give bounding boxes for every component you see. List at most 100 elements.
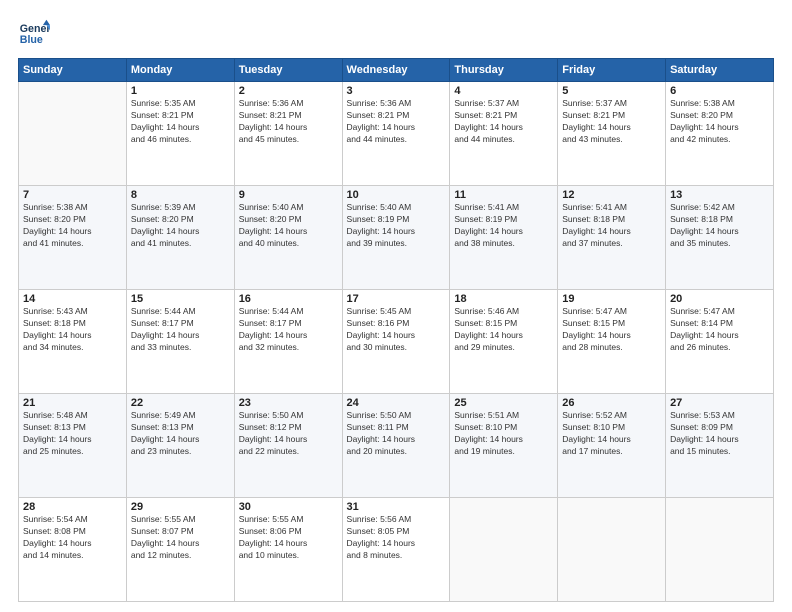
day-info: Sunrise: 5:50 AMSunset: 8:12 PMDaylight:… — [239, 410, 338, 458]
calendar-cell — [450, 498, 558, 602]
calendar-cell: 3Sunrise: 5:36 AMSunset: 8:21 PMDaylight… — [342, 82, 450, 186]
page: General Blue SundayMondayTuesdayWednesda… — [0, 0, 792, 612]
day-info: Sunrise: 5:47 AMSunset: 8:14 PMDaylight:… — [670, 306, 769, 354]
day-header-friday: Friday — [558, 59, 666, 82]
day-number: 5 — [562, 85, 661, 97]
day-info: Sunrise: 5:36 AMSunset: 8:21 PMDaylight:… — [239, 98, 338, 146]
calendar-cell: 14Sunrise: 5:43 AMSunset: 8:18 PMDayligh… — [19, 290, 127, 394]
day-number: 24 — [347, 397, 446, 409]
calendar-cell: 27Sunrise: 5:53 AMSunset: 8:09 PMDayligh… — [666, 394, 774, 498]
day-header-sunday: Sunday — [19, 59, 127, 82]
calendar-cell: 20Sunrise: 5:47 AMSunset: 8:14 PMDayligh… — [666, 290, 774, 394]
day-header-tuesday: Tuesday — [234, 59, 342, 82]
day-number: 2 — [239, 85, 338, 97]
day-number: 15 — [131, 293, 230, 305]
day-info: Sunrise: 5:43 AMSunset: 8:18 PMDaylight:… — [23, 306, 122, 354]
day-number: 18 — [454, 293, 553, 305]
day-info: Sunrise: 5:40 AMSunset: 8:20 PMDaylight:… — [239, 202, 338, 250]
calendar-cell: 24Sunrise: 5:50 AMSunset: 8:11 PMDayligh… — [342, 394, 450, 498]
calendar-cell: 6Sunrise: 5:38 AMSunset: 8:20 PMDaylight… — [666, 82, 774, 186]
calendar-cell: 10Sunrise: 5:40 AMSunset: 8:19 PMDayligh… — [342, 186, 450, 290]
calendar-cell: 5Sunrise: 5:37 AMSunset: 8:21 PMDaylight… — [558, 82, 666, 186]
calendar-week-3: 14Sunrise: 5:43 AMSunset: 8:18 PMDayligh… — [19, 290, 774, 394]
calendar-cell: 9Sunrise: 5:40 AMSunset: 8:20 PMDaylight… — [234, 186, 342, 290]
header: General Blue — [18, 18, 774, 50]
calendar-cell: 18Sunrise: 5:46 AMSunset: 8:15 PMDayligh… — [450, 290, 558, 394]
calendar-cell: 28Sunrise: 5:54 AMSunset: 8:08 PMDayligh… — [19, 498, 127, 602]
day-info: Sunrise: 5:46 AMSunset: 8:15 PMDaylight:… — [454, 306, 553, 354]
day-info: Sunrise: 5:55 AMSunset: 8:06 PMDaylight:… — [239, 514, 338, 562]
day-number: 10 — [347, 189, 446, 201]
calendar-cell: 13Sunrise: 5:42 AMSunset: 8:18 PMDayligh… — [666, 186, 774, 290]
day-info: Sunrise: 5:40 AMSunset: 8:19 PMDaylight:… — [347, 202, 446, 250]
day-number: 25 — [454, 397, 553, 409]
day-number: 9 — [239, 189, 338, 201]
day-number: 12 — [562, 189, 661, 201]
day-info: Sunrise: 5:38 AMSunset: 8:20 PMDaylight:… — [670, 98, 769, 146]
svg-text:Blue: Blue — [20, 34, 43, 46]
calendar-week-4: 21Sunrise: 5:48 AMSunset: 8:13 PMDayligh… — [19, 394, 774, 498]
calendar-cell: 7Sunrise: 5:38 AMSunset: 8:20 PMDaylight… — [19, 186, 127, 290]
day-number: 29 — [131, 501, 230, 513]
day-info: Sunrise: 5:37 AMSunset: 8:21 PMDaylight:… — [562, 98, 661, 146]
day-info: Sunrise: 5:55 AMSunset: 8:07 PMDaylight:… — [131, 514, 230, 562]
calendar-cell: 26Sunrise: 5:52 AMSunset: 8:10 PMDayligh… — [558, 394, 666, 498]
day-info: Sunrise: 5:49 AMSunset: 8:13 PMDaylight:… — [131, 410, 230, 458]
calendar-header: SundayMondayTuesdayWednesdayThursdayFrid… — [19, 59, 774, 82]
calendar-cell: 25Sunrise: 5:51 AMSunset: 8:10 PMDayligh… — [450, 394, 558, 498]
day-number: 27 — [670, 397, 769, 409]
day-info: Sunrise: 5:35 AMSunset: 8:21 PMDaylight:… — [131, 98, 230, 146]
calendar-cell — [19, 82, 127, 186]
day-number: 30 — [239, 501, 338, 513]
calendar-cell: 30Sunrise: 5:55 AMSunset: 8:06 PMDayligh… — [234, 498, 342, 602]
day-info: Sunrise: 5:36 AMSunset: 8:21 PMDaylight:… — [347, 98, 446, 146]
day-info: Sunrise: 5:47 AMSunset: 8:15 PMDaylight:… — [562, 306, 661, 354]
calendar-cell: 29Sunrise: 5:55 AMSunset: 8:07 PMDayligh… — [126, 498, 234, 602]
day-header-monday: Monday — [126, 59, 234, 82]
calendar-cell — [558, 498, 666, 602]
day-info: Sunrise: 5:54 AMSunset: 8:08 PMDaylight:… — [23, 514, 122, 562]
calendar-cell — [666, 498, 774, 602]
day-number: 21 — [23, 397, 122, 409]
calendar-cell: 1Sunrise: 5:35 AMSunset: 8:21 PMDaylight… — [126, 82, 234, 186]
day-info: Sunrise: 5:51 AMSunset: 8:10 PMDaylight:… — [454, 410, 553, 458]
day-number: 23 — [239, 397, 338, 409]
calendar-cell: 2Sunrise: 5:36 AMSunset: 8:21 PMDaylight… — [234, 82, 342, 186]
day-info: Sunrise: 5:41 AMSunset: 8:18 PMDaylight:… — [562, 202, 661, 250]
logo: General Blue — [18, 18, 54, 50]
day-number: 31 — [347, 501, 446, 513]
day-info: Sunrise: 5:37 AMSunset: 8:21 PMDaylight:… — [454, 98, 553, 146]
day-number: 20 — [670, 293, 769, 305]
day-number: 16 — [239, 293, 338, 305]
calendar-cell: 4Sunrise: 5:37 AMSunset: 8:21 PMDaylight… — [450, 82, 558, 186]
day-info: Sunrise: 5:48 AMSunset: 8:13 PMDaylight:… — [23, 410, 122, 458]
calendar-cell: 17Sunrise: 5:45 AMSunset: 8:16 PMDayligh… — [342, 290, 450, 394]
calendar-week-1: 1Sunrise: 5:35 AMSunset: 8:21 PMDaylight… — [19, 82, 774, 186]
day-number: 6 — [670, 85, 769, 97]
day-number: 17 — [347, 293, 446, 305]
day-info: Sunrise: 5:53 AMSunset: 8:09 PMDaylight:… — [670, 410, 769, 458]
day-info: Sunrise: 5:44 AMSunset: 8:17 PMDaylight:… — [131, 306, 230, 354]
day-number: 8 — [131, 189, 230, 201]
day-info: Sunrise: 5:44 AMSunset: 8:17 PMDaylight:… — [239, 306, 338, 354]
day-number: 3 — [347, 85, 446, 97]
calendar-cell: 16Sunrise: 5:44 AMSunset: 8:17 PMDayligh… — [234, 290, 342, 394]
day-number: 7 — [23, 189, 122, 201]
day-info: Sunrise: 5:52 AMSunset: 8:10 PMDaylight:… — [562, 410, 661, 458]
calendar-cell: 19Sunrise: 5:47 AMSunset: 8:15 PMDayligh… — [558, 290, 666, 394]
calendar-cell: 22Sunrise: 5:49 AMSunset: 8:13 PMDayligh… — [126, 394, 234, 498]
day-header-saturday: Saturday — [666, 59, 774, 82]
calendar-cell: 21Sunrise: 5:48 AMSunset: 8:13 PMDayligh… — [19, 394, 127, 498]
day-number: 19 — [562, 293, 661, 305]
day-number: 22 — [131, 397, 230, 409]
calendar-cell: 12Sunrise: 5:41 AMSunset: 8:18 PMDayligh… — [558, 186, 666, 290]
calendar-week-2: 7Sunrise: 5:38 AMSunset: 8:20 PMDaylight… — [19, 186, 774, 290]
day-info: Sunrise: 5:50 AMSunset: 8:11 PMDaylight:… — [347, 410, 446, 458]
day-header-thursday: Thursday — [450, 59, 558, 82]
calendar-body: 1Sunrise: 5:35 AMSunset: 8:21 PMDaylight… — [19, 82, 774, 602]
day-info: Sunrise: 5:56 AMSunset: 8:05 PMDaylight:… — [347, 514, 446, 562]
calendar-cell: 31Sunrise: 5:56 AMSunset: 8:05 PMDayligh… — [342, 498, 450, 602]
day-info: Sunrise: 5:39 AMSunset: 8:20 PMDaylight:… — [131, 202, 230, 250]
header-row: SundayMondayTuesdayWednesdayThursdayFrid… — [19, 59, 774, 82]
day-info: Sunrise: 5:41 AMSunset: 8:19 PMDaylight:… — [454, 202, 553, 250]
